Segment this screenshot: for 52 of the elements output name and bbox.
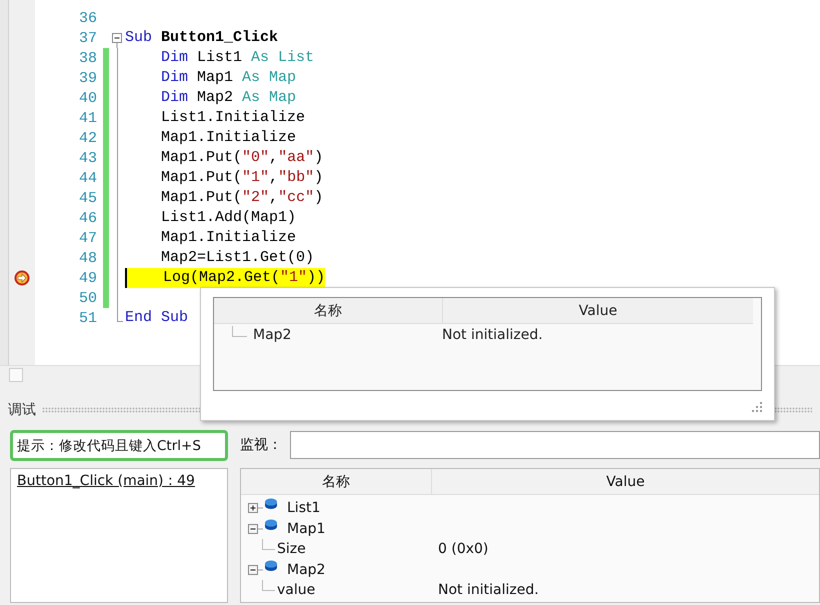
variable-value: 0 (0x0) [438,541,488,558]
object-icon [264,498,278,510]
code-line: List1.Add(Map1) [160,208,296,228]
object-icon [264,518,278,531]
line-number: 45 [78,190,98,206]
column-header[interactable]: Value [443,298,753,323]
variable-name: Map2 [253,327,292,343]
watch-label: 监视： [240,436,282,454]
variable-name: List1 [287,500,320,516]
code-line: Map1.Put("0","aa") [160,148,324,168]
line-number: 43 [78,150,98,166]
line-number: 44 [78,170,98,186]
column-header[interactable]: 名称 [214,298,443,323]
call-stack-link[interactable]: Button1_Click (main) : 49 [17,473,195,489]
code-line: Map1.Put("2","cc") [160,188,324,208]
variable-name: value [277,582,316,598]
variable-value: Not initialized. [442,327,543,343]
line-number: 47 [78,230,98,246]
line-number: 51 [78,310,98,326]
code-line: Sub Button1_Click [125,28,278,48]
code-line: Dim Map1 As Map [160,68,296,88]
line-number: 40 [78,90,98,106]
variable-name: Size [277,541,306,558]
line-number: 48 [78,250,98,266]
line-number: 36 [78,10,98,26]
line-number: 37 [78,30,98,46]
variable-name: Map2 [287,562,326,578]
code-line: Map1.Put("1","bb") [160,168,324,188]
code-line: Map1.Initialize [160,128,296,148]
panel-title: 调试 [8,400,36,418]
variable-value: Not initialized. [438,582,539,598]
code-line: List1.Initialize [160,108,306,128]
line-number: 39 [78,70,98,86]
code-line: End Sub [125,308,188,328]
object-icon [264,560,278,572]
hint-message: 提示：修改代码且键入Ctrl+S [10,430,228,461]
resize-grip-icon [752,402,762,412]
code-line: Dim List1 As List [160,48,314,68]
line-number: 42 [78,130,98,146]
code-line: Map1.Initialize [160,228,296,248]
column-header[interactable]: 名称 [241,469,432,494]
column-header[interactable]: Value [432,469,819,494]
line-number: 49 [78,270,98,286]
code-line: Dim Map2 As Map [160,88,296,108]
watch-input-field[interactable] [290,431,820,459]
line-number: 38 [78,50,98,66]
variable-name: Map1 [287,520,326,537]
scroll-left-button[interactable] [9,368,23,382]
line-number: 50 [78,290,98,306]
code-line: Map2=List1.Get(0) [160,248,314,268]
line-number: 41 [78,110,98,126]
line-number: 46 [78,210,98,226]
